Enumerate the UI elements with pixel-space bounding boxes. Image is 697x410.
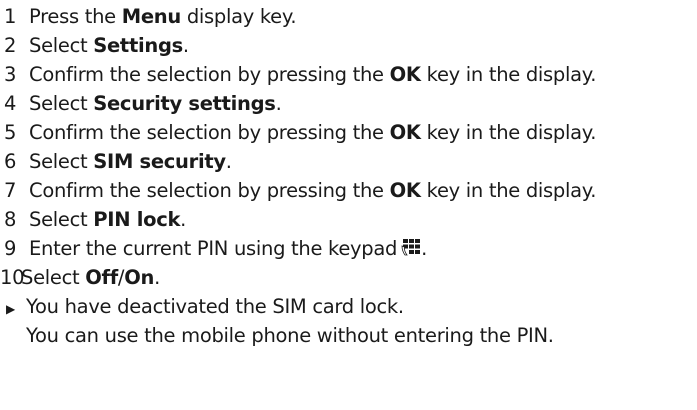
step-text: Select Security settings. bbox=[29, 92, 282, 115]
step-number: 4 bbox=[4, 92, 17, 115]
step-4: 4 Select Security settings. bbox=[0, 89, 697, 118]
triangle-right-icon: ▶ bbox=[6, 302, 15, 316]
step-10: 10 Select Off/On. bbox=[0, 263, 697, 292]
step-text: Press the Menu display key. bbox=[29, 5, 297, 28]
step-number: 1 bbox=[4, 5, 17, 28]
step-text: Select SIM security. bbox=[29, 150, 232, 173]
step-number: 9 bbox=[4, 237, 17, 260]
keypad-icon bbox=[401, 239, 421, 256]
step-number: 7 bbox=[4, 179, 17, 202]
option-on: On bbox=[124, 266, 155, 289]
step-number: 10 bbox=[0, 266, 25, 289]
step-number: 5 bbox=[4, 121, 17, 144]
instruction-page: 1 Press the Menu display key. 2 Select S… bbox=[0, 0, 697, 410]
menu-option: PIN lock bbox=[93, 208, 181, 231]
step-text: Select Off/On. bbox=[21, 266, 160, 289]
step-number: 3 bbox=[4, 63, 17, 86]
step-text: Confirm the selection by pressing the OK… bbox=[29, 179, 597, 202]
key-name: OK bbox=[389, 179, 421, 202]
step-number: 2 bbox=[4, 34, 17, 57]
step-text: Select PIN lock. bbox=[29, 208, 187, 231]
key-name: Menu bbox=[121, 5, 182, 28]
step-5: 5 Confirm the selection by pressing the … bbox=[0, 118, 697, 147]
step-text: Confirm the selection by pressing the OK… bbox=[29, 63, 597, 86]
result-text: You can use the mobile phone without ent… bbox=[26, 324, 554, 347]
menu-option: Settings bbox=[93, 34, 183, 57]
key-name: OK bbox=[389, 63, 421, 86]
step-2: 2 Select Settings. bbox=[0, 31, 697, 60]
result-text: You have deactivated the SIM card lock. bbox=[26, 295, 404, 318]
step-text: Select Settings. bbox=[29, 34, 189, 57]
step-1: 1 Press the Menu display key. bbox=[0, 2, 697, 31]
step-text: Confirm the selection by pressing the OK… bbox=[29, 121, 597, 144]
result-line-1: ▶ You have deactivated the SIM card lock… bbox=[0, 292, 697, 321]
menu-option: SIM security bbox=[93, 150, 226, 173]
option-off: Off bbox=[85, 266, 118, 289]
step-number: 8 bbox=[4, 208, 17, 231]
step-text: Enter the current PIN using the keypad . bbox=[29, 237, 427, 260]
step-7: 7 Confirm the selection by pressing the … bbox=[0, 176, 697, 205]
key-name: OK bbox=[389, 121, 421, 144]
step-6: 6 Select SIM security. bbox=[0, 147, 697, 176]
step-number: 6 bbox=[4, 150, 17, 173]
step-9: 9 Enter the current PIN using the keypad… bbox=[0, 234, 697, 263]
menu-option: Security settings bbox=[93, 92, 276, 115]
step-8: 8 Select PIN lock. bbox=[0, 205, 697, 234]
step-3: 3 Confirm the selection by pressing the … bbox=[0, 60, 697, 89]
result-line-2: You can use the mobile phone without ent… bbox=[0, 321, 697, 350]
